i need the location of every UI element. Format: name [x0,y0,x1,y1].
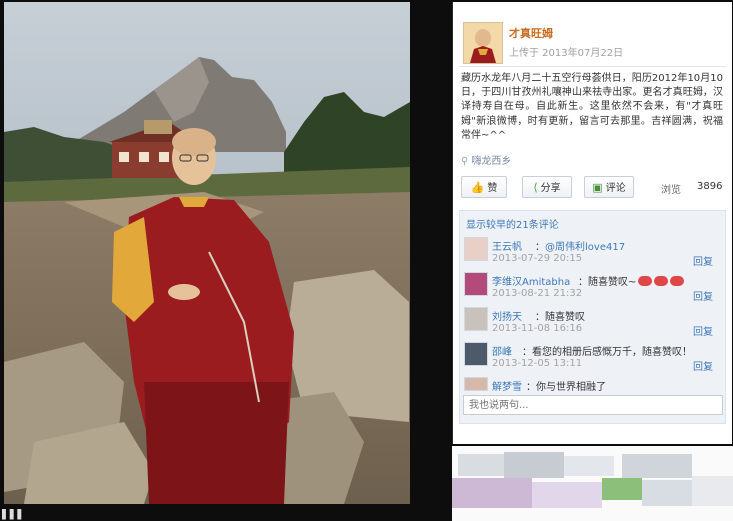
comment-sep: ： [535,312,545,323]
reply-link[interactable]: 回复 [693,358,713,373]
post-photo[interactable] [4,2,410,504]
like-label: 赞 [487,183,498,194]
photo-image [4,2,410,504]
comment-text: ：@周伟利love417 [535,238,625,253]
comment-text: ：随喜赞叹~ [578,273,685,288]
commenter-avatar[interactable] [464,307,488,331]
blurred-block [692,476,733,506]
commenter-name[interactable]: 刘扬天 [492,308,522,323]
commenter-name[interactable]: 王云帆 [492,238,522,253]
blurred-block [458,454,504,476]
user-avatar[interactable] [463,22,503,64]
comment-body: 随喜赞叹~ [588,277,637,288]
commenter-name[interactable]: 邵峰 [492,343,512,358]
avatar-image [464,23,502,63]
comment-mention[interactable]: @周伟利love417 [545,242,625,253]
comment-body: 随喜赞叹 [545,312,585,323]
photo-viewer: ▌▌▌ [0,0,452,521]
blurred-block [642,480,692,506]
blurred-content-area [452,446,733,521]
comment-sep: ： [578,277,588,288]
comment-time: 2013-12-05 13:11 [492,358,583,369]
footer-obscured-text: ▌▌▌ [2,509,26,520]
views-count: 3896 [697,181,723,192]
comments-section: 显示较早的21条评论 王云帆 ：@周伟利love417 2013-07-29 2… [459,210,726,424]
location-pin-icon: ⚲ [461,156,469,167]
blurred-block [452,478,532,508]
commenter-avatar[interactable] [464,342,488,366]
comment-item: 刘扬天 ：随喜赞叹 2013-11-08 16:16 回复 [460,303,725,339]
blurred-block [564,456,614,476]
comment-sep: ： [522,347,532,358]
comment-input[interactable] [463,395,723,415]
comment-time: 2013-07-29 20:15 [492,253,583,264]
comment-icon: ▣ [592,181,603,194]
comment-sep: ： [526,382,536,393]
comment-body: 你与世界相融了 [536,382,606,393]
comment-time: 2013-11-08 16:16 [492,323,583,334]
comment-item: 王云帆 ：@周伟利love417 2013-07-29 20:15 回复 [460,233,725,269]
share-label: 分享 [540,183,561,194]
show-earlier-comments-link[interactable]: 显示较早的21条评论 [466,216,559,231]
commenter-avatar[interactable] [464,377,488,391]
emoji-icon [638,276,653,286]
post-time: 上传于 2013年07月22日 [509,48,624,59]
thumbs-up-icon: 👍 [470,181,485,194]
blurred-block [602,478,642,500]
header-divider [459,66,726,67]
commenter-name[interactable]: 解梦雪 [492,378,522,393]
views-label: 浏览 [661,185,681,196]
comment-item: 邵峰 ：看您的相册后感慨万千，随喜赞叹！ 2013-12-05 13:11 回复 [460,338,725,374]
reply-link[interactable]: 回复 [693,288,713,303]
post-username[interactable]: 才真旺姆 [509,25,553,41]
commenter-name[interactable]: 李维汉Amitabha [492,273,570,288]
reply-link[interactable]: 回复 [693,323,713,338]
share-button[interactable]: ⟨ 分享 [522,176,572,198]
comment-text: ：你与世界相融了 [526,378,606,393]
blurred-block [622,454,692,478]
share-icon: ⟨ [533,181,538,194]
emoji-icon [670,276,685,286]
comment-text: ：随喜赞叹 [535,308,585,323]
location-label: 嗨龙西乡 [471,156,512,167]
photo-footer-strip: ▌▌▌ [0,509,452,521]
emoji-icon [654,276,669,286]
post-text: 藏历水龙年八月二十五空行母荟供日，阳历2012年10月10日，于四川甘孜州礼嚷神… [461,73,723,141]
comment-button[interactable]: ▣ 评论 [584,176,634,198]
commenter-avatar[interactable] [464,237,488,261]
like-button[interactable]: 👍 赞 [461,176,507,198]
comment-sep: ： [535,242,545,253]
blurred-block [532,482,602,508]
comment-item: 李维汉Amitabha ：随喜赞叹~ 2013-08-21 21:32 回复 [460,268,725,304]
post-location[interactable]: ⚲ 嗨龙西乡 [461,152,511,167]
reply-link[interactable]: 回复 [693,253,713,268]
commenter-avatar[interactable] [464,272,488,296]
blurred-block [504,452,564,478]
comment-text: ：看您的相册后感慨万千，随喜赞叹！ [522,343,692,358]
action-bar: 👍 赞 ⟨ 分享 ▣ 评论 浏览 3896 [461,176,723,200]
comment-time: 2013-08-21 21:32 [492,288,583,299]
comment-body: 看您的相册后感慨万千，随喜赞叹！ [532,347,692,358]
comment-label: 评论 [605,183,626,194]
post-panel: 才真旺姆 上传于 2013年07月22日 藏历水龙年八月二十五空行母荟供日，阳历… [452,2,732,444]
